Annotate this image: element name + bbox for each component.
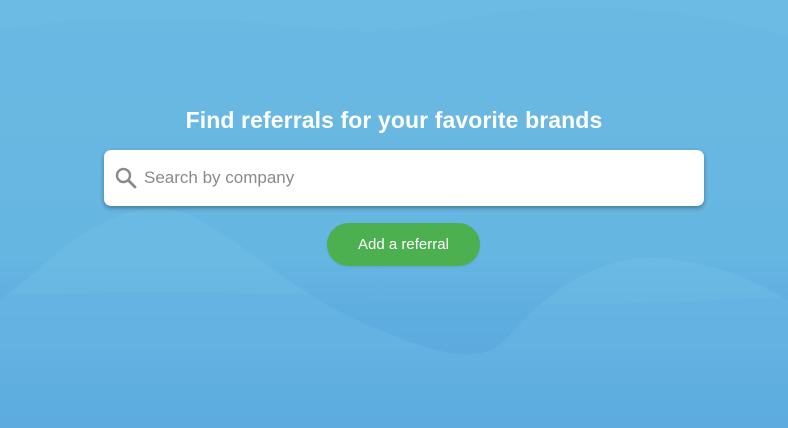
search-bar[interactable] bbox=[104, 150, 704, 206]
hero-section: Find referrals for your favorite brands … bbox=[0, 0, 788, 428]
add-referral-button[interactable]: Add a referral bbox=[327, 223, 480, 266]
search-input[interactable] bbox=[144, 150, 692, 206]
hero-content: Find referrals for your favorite brands … bbox=[0, 0, 788, 428]
page-title: Find referrals for your favorite brands bbox=[185, 107, 603, 133]
search-icon bbox=[115, 167, 137, 189]
